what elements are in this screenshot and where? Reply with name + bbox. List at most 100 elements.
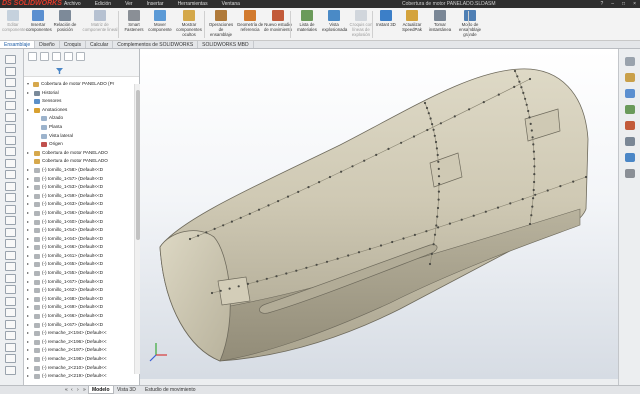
- task-pane-icon-7[interactable]: [625, 169, 635, 178]
- task-pane-icon-0[interactable]: [625, 57, 635, 66]
- expand-icon[interactable]: ▸: [27, 269, 29, 278]
- collapse-icon[interactable]: ▾: [27, 80, 29, 89]
- left-tool-icon-7[interactable]: [5, 135, 16, 145]
- menu-3[interactable]: Insertar: [147, 0, 164, 8]
- ribbon-button-14[interactable]: Actualizar SpeedPak: [398, 10, 426, 32]
- tree-item[interactable]: ▸ (-) remache_2<219> (Default<<: [24, 372, 139, 381]
- tree-item[interactable]: ▸ (-) tornillo_1<68> (Default<<D: [24, 295, 139, 304]
- expand-icon[interactable]: ▸: [27, 303, 29, 312]
- tree-item[interactable]: Alzado: [24, 114, 139, 123]
- tree-item[interactable]: ▸ (-) tornillo_1<66> (Default<<D: [24, 312, 139, 321]
- tree-item[interactable]: ▸ (-) tornillo_1<62> (Default<<D: [24, 286, 139, 295]
- tree-item[interactable]: Planta: [24, 123, 139, 132]
- expand-icon[interactable]: ▸: [27, 329, 29, 338]
- left-tool-icon-5[interactable]: [5, 112, 16, 122]
- nav-last-icon[interactable]: »: [80, 386, 89, 394]
- bottom-tab-0[interactable]: Modelo: [88, 386, 114, 394]
- left-tool-icon-27[interactable]: [5, 365, 16, 375]
- tree-item[interactable]: ▸ (-) tornillo_1<58> (Default<<D: [24, 166, 139, 175]
- expand-icon[interactable]: ▸: [27, 295, 29, 304]
- tree-item[interactable]: Cobertura de motor PANELADO: [24, 157, 139, 166]
- tree-item[interactable]: ▸ (-) tornillo_1<67> (Default<<D: [24, 321, 139, 330]
- tree-item[interactable]: ▸ (-) remache_2<198> (Default<<: [24, 355, 139, 364]
- left-tool-icon-23[interactable]: [5, 319, 16, 329]
- left-tool-icon-11[interactable]: [5, 181, 16, 191]
- expand-icon[interactable]: ▸: [27, 252, 29, 261]
- tree-item[interactable]: ▸ (-) tornillo_1<53> (Default<<D: [24, 183, 139, 192]
- expand-icon[interactable]: ▸: [27, 175, 29, 184]
- expand-icon[interactable]: ▸: [27, 321, 29, 330]
- tree-item[interactable]: ▸ (-) tornillo_1<64> (Default<<D: [24, 235, 139, 244]
- expand-icon[interactable]: ▸: [27, 192, 29, 201]
- expand-icon[interactable]: ▸: [27, 106, 29, 115]
- property-manager-icon[interactable]: [40, 52, 49, 61]
- tree-item[interactable]: ▸ Cobertura de motor PANELADO: [24, 149, 139, 158]
- left-tool-icon-14[interactable]: [5, 216, 16, 225]
- left-tool-icon-25[interactable]: [5, 342, 16, 352]
- expand-icon[interactable]: ▸: [27, 209, 29, 218]
- tree-item[interactable]: ▸ Historial: [24, 89, 139, 98]
- expand-icon[interactable]: ▸: [27, 286, 29, 295]
- menu-1[interactable]: Edición: [95, 0, 111, 8]
- tree-item[interactable]: ▸ (-) tornillo_1<65> (Default<<D: [24, 260, 139, 269]
- tree-item[interactable]: ▸ (-) tornillo_1<61> (Default<<D: [24, 252, 139, 261]
- expand-icon[interactable]: ▸: [27, 166, 29, 175]
- tree-item[interactable]: ▸ (-) tornillo_1<66> (Default<<D: [24, 243, 139, 252]
- ribbon-button-12[interactable]: Croquis con líneas de explosión: [348, 10, 374, 37]
- tree-item[interactable]: ▸ (-) tornillo_1<56> (Default<<D: [24, 209, 139, 218]
- tree-item[interactable]: ▸ (-) tornillo_1<54> (Default<<D: [24, 226, 139, 235]
- menu-2[interactable]: Ver: [125, 0, 133, 8]
- left-tool-icon-12[interactable]: [5, 193, 16, 202]
- tree-item[interactable]: ▸ (-) remache_2<196> (Default<<: [24, 338, 139, 347]
- tab-5[interactable]: SOLIDWORKS MBD: [198, 41, 254, 48]
- expand-icon[interactable]: ▸: [27, 243, 29, 252]
- task-pane-icon-6[interactable]: [625, 153, 635, 162]
- feature-manager-icon[interactable]: [28, 52, 37, 61]
- expand-icon[interactable]: ▸: [27, 260, 29, 269]
- tree-item[interactable]: ▸ (-) tornillo_1<57> (Default<<D: [24, 175, 139, 184]
- tree-item[interactable]: ▸ (-) remache_2<197> (Default<<: [24, 346, 139, 355]
- ribbon-button-2[interactable]: Relación de posición: [52, 10, 78, 32]
- expand-icon[interactable]: ▸: [27, 226, 29, 235]
- task-pane-icon-4[interactable]: [625, 121, 635, 130]
- left-tool-icon-20[interactable]: [5, 285, 16, 294]
- menu-4[interactable]: Herramientas: [178, 0, 208, 8]
- tree-item[interactable]: ▸ (-) tornillo_1<69> (Default<<D: [24, 303, 139, 312]
- tree-item[interactable]: ▸ (-) tornillo_1<60> (Default<<D: [24, 218, 139, 227]
- ribbon-button-9[interactable]: Nuevo estudio de movimiento: [264, 10, 292, 32]
- tree-item[interactable]: ▸ (-) remache_2<194> (Default<<: [24, 329, 139, 338]
- minimize-icon[interactable]: –: [611, 0, 614, 8]
- menu-0[interactable]: Archivo: [64, 0, 81, 8]
- left-tool-icon-1[interactable]: [5, 66, 16, 76]
- left-tool-icon-0[interactable]: [5, 55, 16, 64]
- left-tool-icon-17[interactable]: [5, 250, 16, 260]
- ribbon-button-13[interactable]: Instant 3D: [376, 10, 396, 27]
- tab-4[interactable]: Complementos de SOLIDWORKS: [113, 41, 199, 48]
- ribbon-button-16[interactable]: Modo de ensamblaje grande: [454, 10, 486, 37]
- expand-icon[interactable]: ▸: [27, 338, 29, 347]
- expand-icon[interactable]: ▸: [27, 149, 29, 158]
- expand-icon[interactable]: ▸: [27, 346, 29, 355]
- left-tool-icon-15[interactable]: [5, 227, 16, 237]
- ribbon-button-4[interactable]: Smart Fasteners: [122, 10, 146, 32]
- task-pane-icon-2[interactable]: [625, 89, 635, 98]
- tab-1[interactable]: Diseño: [35, 41, 60, 48]
- ribbon-button-6[interactable]: Mostrar componentes ocultos: [172, 10, 206, 37]
- left-tool-icon-8[interactable]: [5, 147, 16, 156]
- close-icon[interactable]: ×: [633, 0, 636, 8]
- left-tool-icon-2[interactable]: [5, 78, 16, 87]
- tree-item[interactable]: ▸ (-) tornillo_1<67> (Default<<D: [24, 278, 139, 287]
- graphics-viewport[interactable]: [140, 49, 618, 385]
- tree-root[interactable]: ▾ Cobertura de motor PANELADO (Pr: [24, 80, 139, 89]
- left-tool-icon-18[interactable]: [5, 262, 16, 271]
- left-tool-icon-24[interactable]: [5, 331, 16, 340]
- left-tool-icon-10[interactable]: [5, 170, 16, 179]
- filter-icon[interactable]: [56, 68, 63, 74]
- tab-0[interactable]: Ensamblaje: [0, 41, 36, 48]
- left-tool-icon-19[interactable]: [5, 273, 16, 283]
- left-tool-icon-3[interactable]: [5, 89, 16, 99]
- left-tool-icon-22[interactable]: [5, 308, 16, 317]
- bottom-tab-2[interactable]: Estudio de movimiento: [142, 386, 199, 394]
- left-tool-icon-26[interactable]: [5, 354, 16, 363]
- left-tool-icon-16[interactable]: [5, 239, 16, 248]
